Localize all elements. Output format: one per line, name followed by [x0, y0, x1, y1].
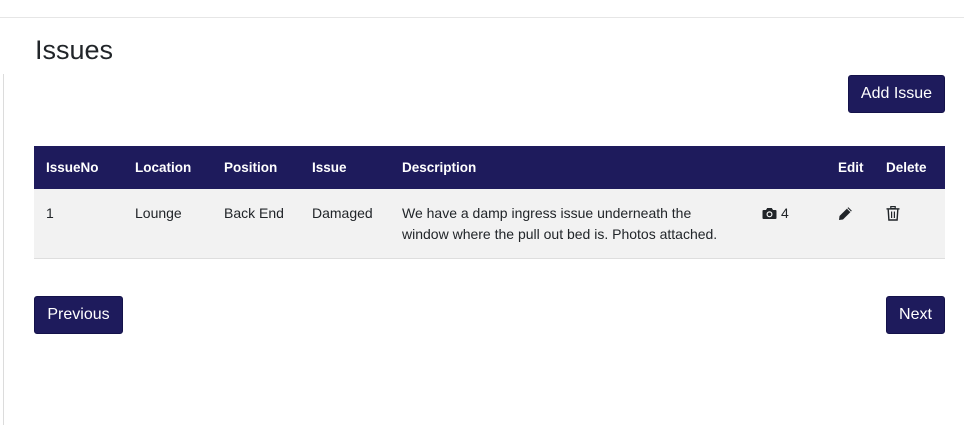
table-header-row: IssueNo Location Position Issue Descript… [34, 146, 945, 189]
pencil-icon[interactable] [838, 203, 853, 221]
header-delete: Delete [886, 160, 927, 175]
header-description: Description [402, 160, 477, 175]
issues-table: IssueNo Location Position Issue Descript… [34, 146, 945, 259]
header-photos [750, 146, 826, 189]
add-issue-button[interactable]: Add Issue [848, 75, 945, 113]
cell-delete [874, 189, 945, 258]
header-divider [0, 17, 964, 18]
cell-issue: Damaged [312, 205, 373, 221]
cell-position: Back End [224, 205, 284, 221]
page-title: Issues [35, 35, 114, 65]
header-location: Location [135, 160, 192, 175]
header-position: Position [224, 160, 278, 175]
cell-issue-no: 1 [46, 205, 54, 221]
photo-count: 4 [781, 205, 789, 221]
previous-button[interactable]: Previous [34, 296, 123, 334]
cell-photos: 4 [750, 189, 826, 258]
cell-edit [826, 189, 874, 258]
header-edit: Edit [838, 160, 864, 175]
cell-description: We have a damp ingress issue underneath … [402, 205, 718, 242]
issues-page: Issues Add Issue IssueNo Location Positi… [0, 0, 964, 425]
header-issue: Issue [312, 160, 347, 175]
next-button[interactable]: Next [886, 296, 945, 334]
table-row: 1 Lounge Back End Damaged We have a damp… [34, 189, 945, 258]
trash-icon[interactable] [886, 203, 900, 221]
camera-icon[interactable] [762, 203, 777, 220]
sidebar-border [3, 74, 4, 425]
header-issue-no: IssueNo [46, 160, 99, 175]
cell-location: Lounge [135, 205, 182, 221]
